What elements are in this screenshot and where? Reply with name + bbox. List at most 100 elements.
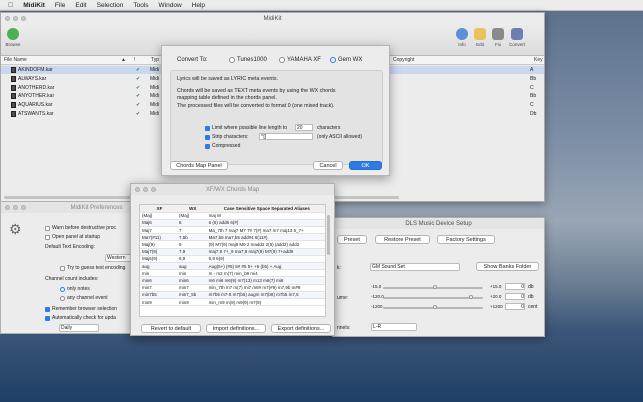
dls-title: DLS Music Device Setup bbox=[405, 220, 472, 227]
chords-cell: m - m2 m(7) min_b9 mi4 bbox=[206, 269, 325, 278]
close-button[interactable] bbox=[5, 16, 10, 21]
chords-cell: min_m9 m(9) m9(9) m7(9) bbox=[206, 298, 325, 307]
menu-edit[interactable]: Edit bbox=[75, 2, 86, 9]
restore-preset-button[interactable]: Restore Preset bbox=[375, 235, 430, 244]
menu-selection[interactable]: Selection bbox=[97, 2, 124, 9]
frequency-popup[interactable]: Daily bbox=[59, 324, 99, 332]
guess-checkbox[interactable]: Try to guess text encoding bbox=[60, 265, 125, 271]
factory-settings-button[interactable]: Factory Settings bbox=[437, 235, 495, 244]
cancel-button[interactable]: Cancel bbox=[313, 161, 343, 170]
slider-value[interactable]: 0 bbox=[505, 303, 525, 310]
file-name: AKINDOFM.kar bbox=[18, 67, 53, 73]
chords-map-button[interactable]: Chords Map Panel bbox=[170, 161, 228, 170]
apple-icon[interactable]:  bbox=[8, 2, 13, 9]
slider[interactable] bbox=[383, 295, 483, 299]
strip-checkbox[interactable]: Strip characters: bbox=[205, 134, 248, 140]
chords-cell: min7b5 bbox=[140, 291, 177, 299]
slider-value[interactable]: 0 bbox=[505, 283, 525, 290]
show-banks-button[interactable]: Show Banks Folder bbox=[476, 262, 539, 271]
chords-row[interactable]: min7 min7 min_7th m7 m(7) mi7 m6# m7(#9) m… bbox=[140, 284, 325, 292]
chords-row[interactable]: Maj7 7 Ma_7th 7 maj7 M7 7# 7(#) ma7 m7 maj… bbox=[140, 226, 325, 235]
chords-row[interactable]: (Maj) (Maj) maj M bbox=[140, 212, 325, 220]
menu-window[interactable]: Window bbox=[159, 2, 182, 9]
chords-scrollbar[interactable] bbox=[327, 215, 330, 255]
ok-button[interactable]: OK bbox=[349, 161, 382, 170]
compressed-checkbox[interactable]: Compressed bbox=[205, 143, 240, 149]
limit-checkbox[interactable]: Limit where possible line length to bbox=[205, 125, 287, 131]
wrench-icon bbox=[492, 28, 504, 40]
file-icon bbox=[11, 84, 16, 91]
chords-cell: Maj(9) bbox=[140, 240, 177, 249]
chords-cell: m6 mi6 m6(9) m7(13) m13 m6(7) mi6 bbox=[206, 276, 325, 285]
preset-button[interactable]: Preset bbox=[337, 235, 367, 244]
chords-row[interactable]: min9 min9 min_m9 m(9) m9(9) m7(9) bbox=[140, 298, 325, 307]
remember-checkbox[interactable]: Remember browser selection bbox=[45, 306, 117, 312]
radio-gem-wx[interactable]: Gem WX bbox=[330, 57, 362, 63]
chords-header[interactable]: XF bbox=[140, 205, 177, 213]
chords-row[interactable]: Maj6 6 6 (6) add6 6(#) bbox=[140, 219, 325, 228]
slider[interactable] bbox=[383, 305, 483, 309]
file-icon bbox=[11, 75, 16, 82]
check-icon: ✔ bbox=[136, 111, 141, 117]
chords-row[interactable]: Maj(9) 9 (9) M7(9) maj9 M9 2 madd2 2(9) (a… bbox=[140, 240, 325, 249]
radio-only-notes[interactable]: only notes bbox=[60, 286, 90, 292]
chords-row[interactable]: Ma7(#11) 7,5b Ma7,b5 ma7,b5 add#4 6(11#) bbox=[140, 233, 325, 242]
chords-header[interactable]: WX bbox=[177, 205, 207, 213]
limit-field[interactable]: 20 bbox=[295, 124, 313, 131]
slider-max-label: +15.0 bbox=[490, 284, 502, 289]
col-copyright[interactable]: Copyright bbox=[393, 57, 414, 63]
chords-cell: Maj7 bbox=[140, 226, 177, 235]
slider-unit: db bbox=[528, 284, 534, 290]
slider[interactable] bbox=[383, 285, 483, 289]
chords-cell: Ma7(#11) bbox=[140, 233, 177, 242]
bank-popup[interactable]: GM Sound Set bbox=[370, 263, 460, 271]
col-type[interactable]: Typ bbox=[151, 57, 159, 63]
chords-row[interactable]: aug aug Aug(5+) (#5) 5# #5 5+ +5 (b5) + Au… bbox=[140, 262, 325, 271]
radio-yamaha-xf[interactable]: YAMAHA XF bbox=[279, 57, 321, 63]
minimize-button[interactable] bbox=[13, 16, 18, 21]
radio-any-event[interactable]: any channel event bbox=[60, 295, 108, 301]
chords-cell: 7 bbox=[177, 226, 207, 235]
chords-cell: 7,9 bbox=[177, 248, 207, 256]
import-button[interactable]: Import definitions... bbox=[206, 324, 266, 333]
menu-app[interactable]: MidiKit bbox=[23, 2, 45, 9]
chords-cell: 6,9 bbox=[177, 255, 207, 264]
menu-tools[interactable]: Tools bbox=[133, 2, 148, 9]
open-startup-checkbox[interactable]: Open panel at startup bbox=[45, 234, 100, 240]
options-box: Lyrics will be saved as LYRIC meta event… bbox=[170, 70, 383, 165]
chords-row[interactable]: Maj7(9) 7,9 maj7,9 7+_9 ma7,9 maj7(9) M7(9… bbox=[140, 248, 325, 256]
export-button[interactable]: Export definitions... bbox=[271, 324, 331, 333]
chords-cell: min6 bbox=[140, 276, 177, 285]
chords-cell: 6,9 6(9) bbox=[206, 255, 325, 264]
menu-help[interactable]: Help bbox=[192, 2, 205, 9]
col-key[interactable]: Key bbox=[534, 57, 543, 63]
chords-row[interactable]: min min m - m2 m(7) min_b9 mi4 bbox=[140, 269, 325, 278]
chords-row[interactable]: min7b5 min7_5b m7b5 m7-5 m7(b5) augm m7(b9… bbox=[140, 291, 325, 299]
chords-row[interactable]: min6 min6 m6 mi6 m6(9) m7(13) m13 m6(7) mi… bbox=[140, 276, 325, 285]
file-key: Bb bbox=[530, 75, 537, 82]
slider-min-label: -15.0 bbox=[371, 284, 382, 289]
chords-row[interactable]: Maj6(9) 6,9 6,9 6(9) bbox=[140, 255, 325, 264]
radio-tunes1000[interactable]: Tunes1000 bbox=[229, 57, 267, 63]
chords-cell: min9 bbox=[140, 298, 177, 307]
convert-button[interactable]: Convert bbox=[506, 28, 528, 47]
strip-field[interactable]: ^[] bbox=[259, 133, 313, 140]
warn-checkbox[interactable]: Warn before destructive proc bbox=[45, 225, 116, 231]
col-file-name[interactable]: File Name bbox=[4, 57, 27, 63]
browse-button[interactable]: Browse bbox=[2, 28, 24, 47]
channels-popup[interactable]: L-R bbox=[371, 323, 417, 331]
chords-table[interactable]: XF WX Case Sensitive Space Separated Alias… bbox=[139, 204, 326, 317]
file-name: ANYOTHER.kar bbox=[18, 93, 55, 100]
slider-unit: cent bbox=[528, 304, 538, 310]
zoom-button[interactable] bbox=[21, 16, 26, 21]
info-icon bbox=[456, 28, 468, 40]
slider-value[interactable]: 0 bbox=[505, 293, 525, 300]
chords-cell: min bbox=[177, 269, 207, 278]
chords-note-2: mapping table defined in the chords pane… bbox=[177, 95, 277, 101]
slider-unit: db bbox=[528, 294, 534, 300]
chords-header[interactable]: Case Sensitive Space Separated Aliases bbox=[206, 205, 325, 213]
chords-cell: m7b5 m7-5 m7(b5) augm m7(b9) m7b5 m7,5 bbox=[206, 291, 325, 299]
auto-check-checkbox[interactable]: Automatically check for upda bbox=[45, 315, 116, 321]
menu-file[interactable]: File bbox=[55, 2, 65, 9]
revert-button[interactable]: Revert to default bbox=[141, 324, 201, 333]
